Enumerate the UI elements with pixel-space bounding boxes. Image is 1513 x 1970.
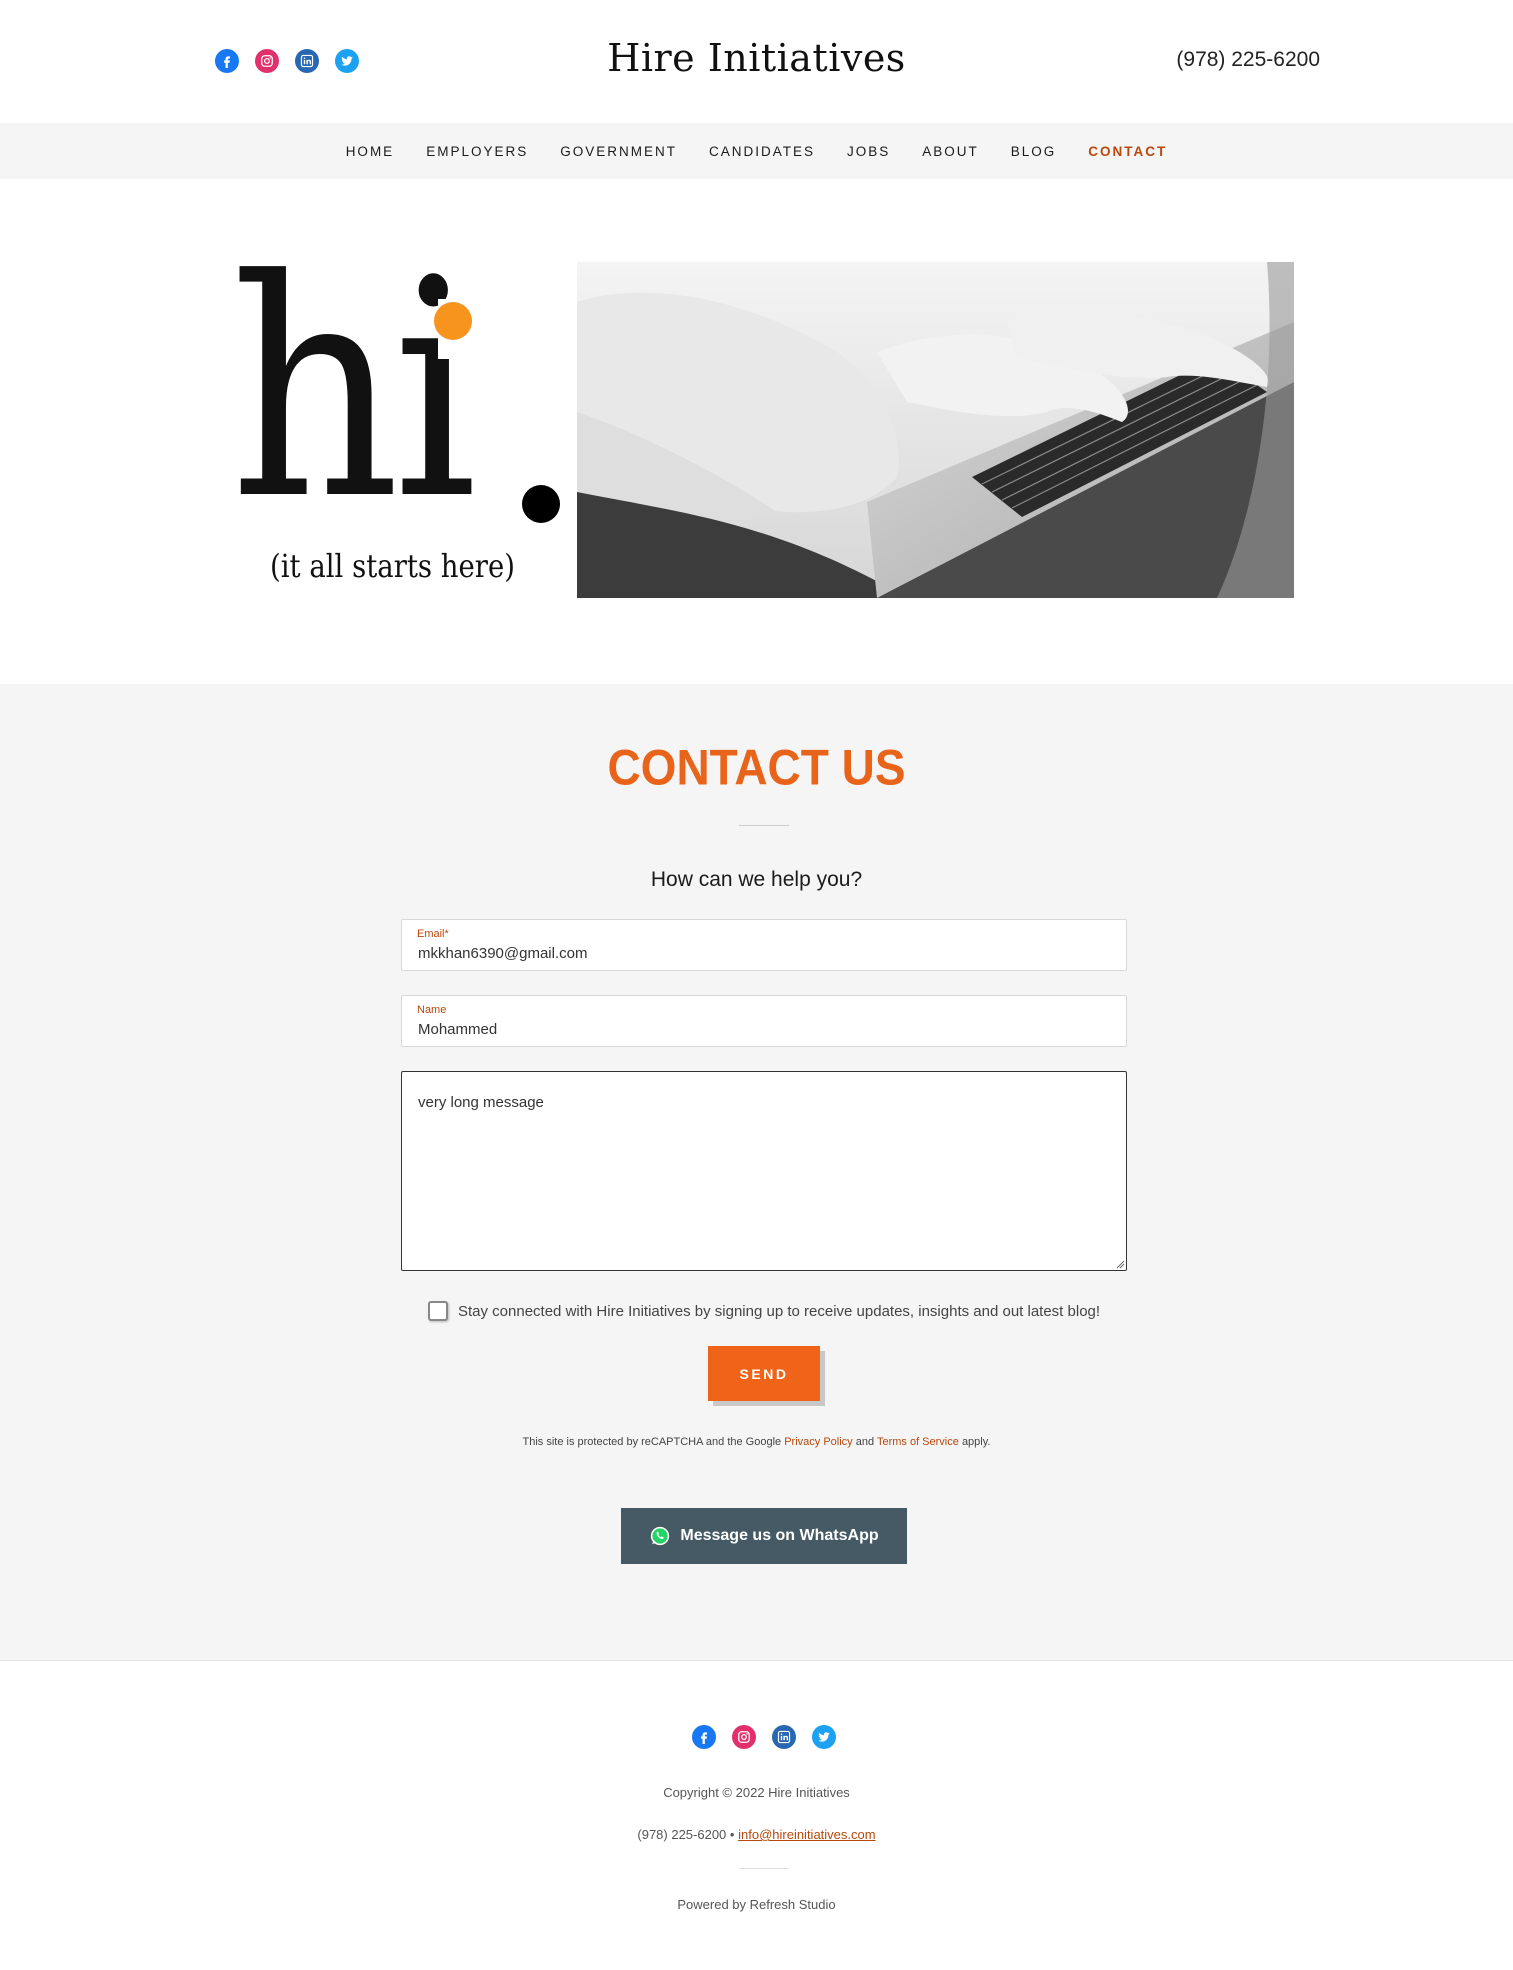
black-dot: [522, 485, 560, 523]
whatsapp-icon: [651, 1526, 670, 1546]
whatsapp-label: Message us on WhatsApp: [680, 1527, 879, 1544]
send-button[interactable]: SEND: [708, 1346, 820, 1401]
nav-item-government[interactable]: GOVERNMENT: [560, 144, 677, 159]
whatsapp-button[interactable]: Message us on WhatsApp: [621, 1508, 907, 1564]
name-label: Name: [417, 1004, 447, 1016]
nav-item-blog[interactable]: BLOG: [1011, 144, 1057, 159]
recaptcha-and: and: [855, 1436, 875, 1448]
twitter-icon[interactable]: [812, 1725, 836, 1749]
message-value: very long message: [418, 1094, 544, 1111]
main-nav: HOME EMPLOYERS GOVERNMENT CANDIDATES JOB…: [0, 123, 1513, 179]
copyright-text: Copyright © 2022 Hire Initiatives: [663, 1785, 850, 1800]
nav-item-about[interactable]: ABOUT: [922, 144, 979, 159]
powered-by-text[interactable]: Powered by Refresh Studio: [0, 1897, 1513, 1912]
hero-section: hi (it all starts here): [0, 179, 1513, 684]
nav-item-candidates[interactable]: CANDIDATES: [709, 144, 815, 159]
recaptcha-notice: This site is protected by reCAPTCHA and …: [0, 1436, 1513, 1448]
newsletter-label[interactable]: Stay connected with Hire Initiatives by …: [458, 1303, 1100, 1320]
laptop-typing-photo: [577, 262, 1294, 598]
terms-of-service-link[interactable]: Terms of Service: [877, 1436, 959, 1448]
email-label: Email*: [417, 928, 449, 940]
footer-divider: [739, 1868, 789, 1869]
footer-social-links: [692, 1725, 836, 1749]
privacy-policy-link[interactable]: Privacy Policy: [784, 1436, 852, 1448]
contact-title: CONTACT US: [607, 738, 906, 796]
footer-contact-line: (978) 225-6200 • info@hireinitiatives.co…: [0, 1827, 1513, 1842]
site-header: Hire Initiatives (978) 225-6200: [0, 0, 1513, 123]
nav-item-contact[interactable]: CONTACT: [1088, 144, 1167, 159]
site-footer: Copyright © 2022 Hire Initiatives (978) …: [0, 1660, 1513, 1970]
email-field[interactable]: Email* mkkhan6390@gmail.com: [401, 919, 1127, 971]
newsletter-row: Stay connected with Hire Initiatives by …: [428, 1301, 1100, 1321]
linkedin-icon[interactable]: [772, 1725, 796, 1749]
name-field[interactable]: Name Mohammed: [401, 995, 1127, 1047]
recaptcha-suffix: apply.: [961, 1436, 991, 1448]
contact-subtitle: How can we help you?: [650, 868, 863, 891]
hi-graphic: hi (it all starts here): [230, 241, 570, 599]
facebook-icon[interactable]: [692, 1725, 716, 1749]
nav-item-employers[interactable]: EMPLOYERS: [426, 144, 528, 159]
hi-text: hi: [230, 216, 477, 565]
header-phone[interactable]: (978) 225-6200: [1176, 48, 1320, 72]
recaptcha-prefix: This site is protected by reCAPTCHA and …: [522, 1436, 782, 1448]
footer-email-link[interactable]: info@hireinitiatives.com: [738, 1827, 875, 1842]
newsletter-checkbox[interactable]: [428, 1301, 448, 1321]
contact-section: CONTACT US How can we help you? Email* m…: [0, 684, 1513, 1660]
message-field[interactable]: very long message: [401, 1071, 1127, 1271]
orange-dot: [434, 302, 472, 340]
hero-tagline: (it all starts here): [270, 547, 515, 585]
nav-item-home[interactable]: HOME: [346, 144, 395, 159]
footer-separator: •: [729, 1827, 735, 1842]
footer-phone[interactable]: (978) 225-6200: [637, 1827, 726, 1842]
nav-item-jobs[interactable]: JOBS: [847, 144, 890, 159]
instagram-icon[interactable]: [732, 1725, 756, 1749]
name-value: Mohammed: [418, 1021, 498, 1038]
email-value: mkkhan6390@gmail.com: [418, 945, 588, 962]
title-divider: [739, 825, 789, 826]
resize-handle-icon[interactable]: [1115, 1259, 1125, 1269]
